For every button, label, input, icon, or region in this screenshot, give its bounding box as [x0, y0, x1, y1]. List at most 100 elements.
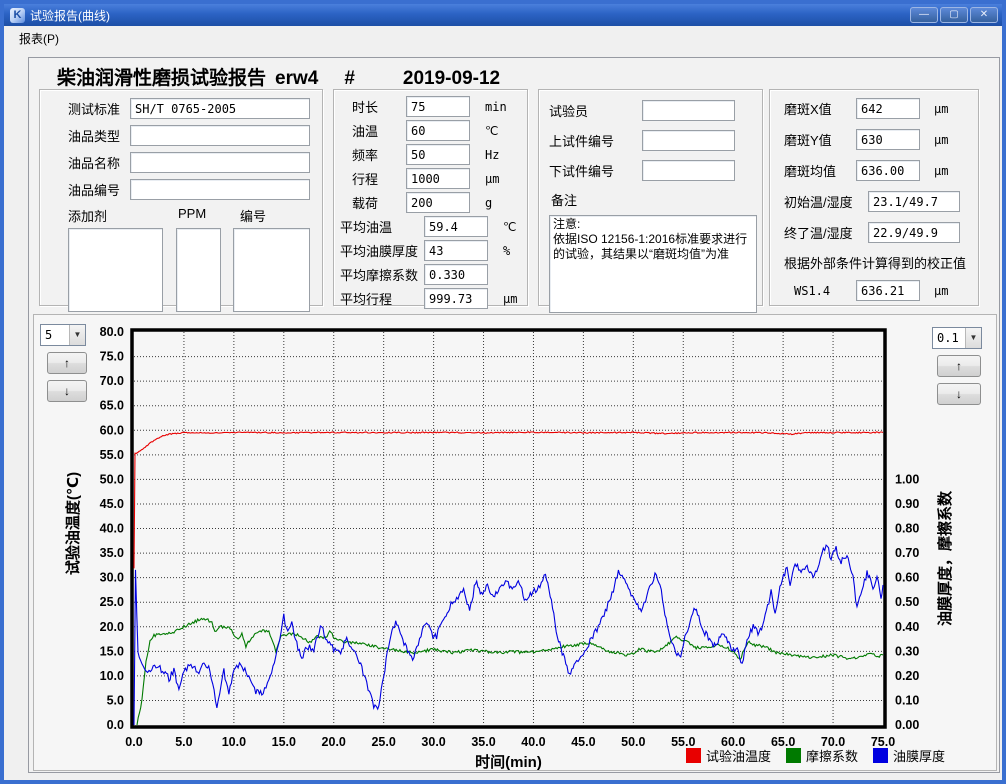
left-scale-up-button[interactable]: ↑ [47, 352, 87, 374]
ppm-listbox[interactable] [176, 228, 221, 312]
test-standard-input[interactable] [130, 98, 310, 119]
result-row: 磨斑Y值 μm [784, 129, 970, 150]
final-temp-humidity-input[interactable] [868, 222, 960, 243]
svg-text:70.0: 70.0 [100, 374, 124, 388]
stroke-input[interactable] [406, 168, 470, 189]
chevron-down-icon: ▼ [965, 328, 981, 348]
chevron-down-icon: ▼ [69, 325, 85, 345]
legend-item-friction: 摩擦系数 [786, 746, 858, 765]
svg-text:35.0: 35.0 [471, 735, 495, 749]
result-row: 终了温/湿度 [784, 222, 970, 243]
avg-film-input[interactable] [424, 240, 488, 261]
test-params-group: 时长 min 油温 ℃ 频率 Hz 行程 μm [333, 89, 528, 306]
frequency-label: 频率 [352, 145, 406, 164]
operator-input[interactable] [642, 100, 735, 121]
wear-avg-unit: μm [934, 164, 948, 178]
avg-friction-input[interactable] [424, 264, 488, 285]
lower-specimen-input[interactable] [642, 160, 735, 181]
result-row: 初始温/湿度 [784, 191, 970, 212]
svg-text:25.0: 25.0 [100, 595, 124, 609]
svg-text:50.0: 50.0 [621, 735, 645, 749]
param-row: 行程 μm [352, 168, 519, 189]
chart-panel: 0.05.010.015.020.025.030.035.040.045.050… [33, 314, 997, 771]
menu-report[interactable]: 报表(P) [12, 27, 66, 50]
additive-boxes [68, 228, 310, 312]
svg-text:0.80: 0.80 [895, 522, 919, 536]
avg-stroke-input[interactable] [424, 288, 488, 309]
svg-text:40.0: 40.0 [521, 735, 545, 749]
additive-no-listbox[interactable] [233, 228, 310, 312]
right-scale-value: 0.1 [933, 331, 965, 345]
additive-label: 添加剂 [68, 206, 178, 225]
oil-temp-input[interactable] [406, 120, 470, 141]
upper-specimen-label: 上试件编号 [549, 131, 642, 150]
additive-listbox[interactable] [68, 228, 163, 312]
remark-textarea[interactable]: 注意: 依据ISO 12156-1:2016标准要求进行的试验，其结果以“磨斑均… [549, 215, 757, 313]
oil-type-input[interactable] [130, 125, 310, 146]
oil-temp-label: 油温 [352, 121, 406, 140]
right-scale-down-button[interactable]: ↓ [937, 383, 981, 405]
svg-text:0.40: 0.40 [895, 620, 919, 634]
chart-legend: 试验油温度 摩擦系数 油膜厚度 [686, 746, 960, 765]
wear-x-unit: μm [934, 102, 948, 116]
maximize-icon[interactable]: ▢ [940, 7, 968, 23]
avg-film-unit: % [503, 244, 510, 258]
field-row: 测试标准 [68, 98, 310, 119]
init-temp-humidity-label: 初始温/湿度 [784, 192, 868, 211]
oil-no-input[interactable] [130, 179, 310, 200]
client-area: 柴油润滑性磨损试验报告erw4#2019-09-12 测试标准 油品类型 油品名… [4, 50, 1002, 780]
upper-specimen-input[interactable] [642, 130, 735, 151]
svg-text:5.0: 5.0 [107, 693, 124, 707]
report-hash: # [344, 68, 355, 89]
avg-stroke-label: 平均行程 [340, 289, 424, 308]
ws14-input[interactable] [856, 280, 920, 301]
field-row: 下试件编号 [549, 160, 755, 181]
avg-oil-temp-input[interactable] [424, 216, 488, 237]
left-scale-dropdown[interactable]: 5 ▼ [40, 324, 86, 346]
duration-input[interactable] [406, 96, 470, 117]
right-scale-dropdown[interactable]: 0.1 ▼ [932, 327, 982, 349]
report-sample-name: erw4 [275, 68, 318, 89]
load-input[interactable] [406, 192, 470, 213]
report-title: 柴油润滑性磨损试验报告erw4#2019-09-12 [57, 63, 500, 90]
oil-no-label: 油品编号 [68, 180, 130, 199]
oil-name-input[interactable] [130, 152, 310, 173]
ws14-unit: μm [934, 284, 948, 298]
ws14-label: WS1.4 [784, 284, 856, 298]
svg-text:45.0: 45.0 [571, 735, 595, 749]
left-scale-down-button[interactable]: ↓ [47, 380, 87, 402]
stroke-unit: μm [485, 172, 499, 186]
wear-y-input[interactable] [856, 129, 920, 150]
report-title-text: 柴油润滑性磨损试验报告 [57, 68, 266, 89]
trend-chart: 0.05.010.015.020.025.030.035.040.045.050… [34, 315, 998, 772]
param-row: 时长 min [352, 96, 519, 117]
param-row: 平均行程 μm [340, 288, 519, 309]
legend-label: 摩擦系数 [806, 746, 858, 765]
init-temp-humidity-input[interactable] [868, 191, 960, 212]
minimize-icon[interactable]: — [910, 7, 938, 23]
frequency-unit: Hz [485, 148, 499, 162]
correction-label: 根据外部条件计算得到的校正值 [784, 253, 970, 272]
duration-label: 时长 [352, 97, 406, 116]
field-row: 油品类型 [68, 125, 310, 146]
app-window: K 试验报告(曲线) — ▢ ✕ 报表(P) 柴油润滑性磨损试验报告erw4#2… [0, 0, 1006, 784]
oil-name-label: 油品名称 [68, 153, 130, 172]
field-row: 油品名称 [68, 152, 310, 173]
correction-row: WS1.4 μm [784, 280, 970, 301]
load-unit: g [485, 196, 492, 210]
svg-text:试验油温度(℃): 试验油温度(℃) [64, 472, 82, 575]
frequency-input[interactable] [406, 144, 470, 165]
svg-text:45.0: 45.0 [100, 497, 124, 511]
right-scale-up-button[interactable]: ↑ [937, 355, 981, 377]
wear-avg-input[interactable] [856, 160, 920, 181]
wear-x-label: 磨斑X值 [784, 99, 856, 118]
window-title: 试验报告(曲线) [30, 7, 908, 24]
menu-bar: 报表(P) [4, 26, 1002, 50]
param-row: 频率 Hz [352, 144, 519, 165]
close-icon[interactable]: ✕ [970, 7, 998, 23]
svg-text:时间(min): 时间(min) [475, 753, 542, 771]
remark-label: 备注 [551, 190, 755, 209]
legend-label: 试验油温度 [706, 746, 771, 765]
wear-x-input[interactable] [856, 98, 920, 119]
svg-text:油膜厚度，摩擦系数: 油膜厚度，摩擦系数 [936, 490, 954, 626]
